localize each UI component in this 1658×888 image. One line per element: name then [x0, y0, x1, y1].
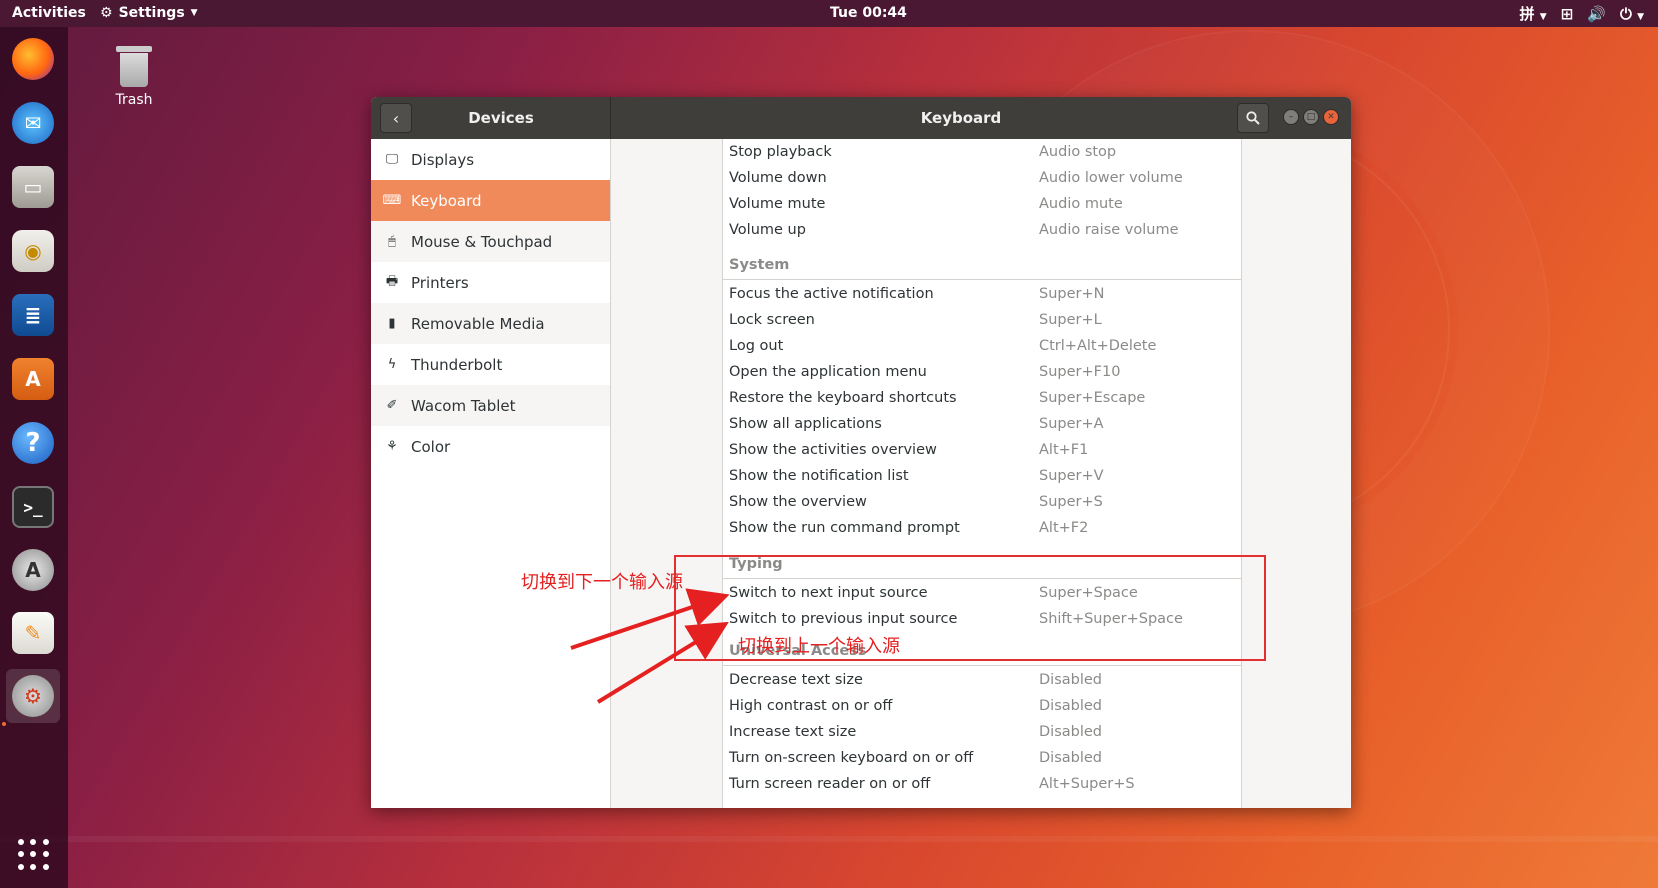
annotation-arrows [570, 588, 730, 704]
annotation-arrow-prev [596, 621, 729, 704]
